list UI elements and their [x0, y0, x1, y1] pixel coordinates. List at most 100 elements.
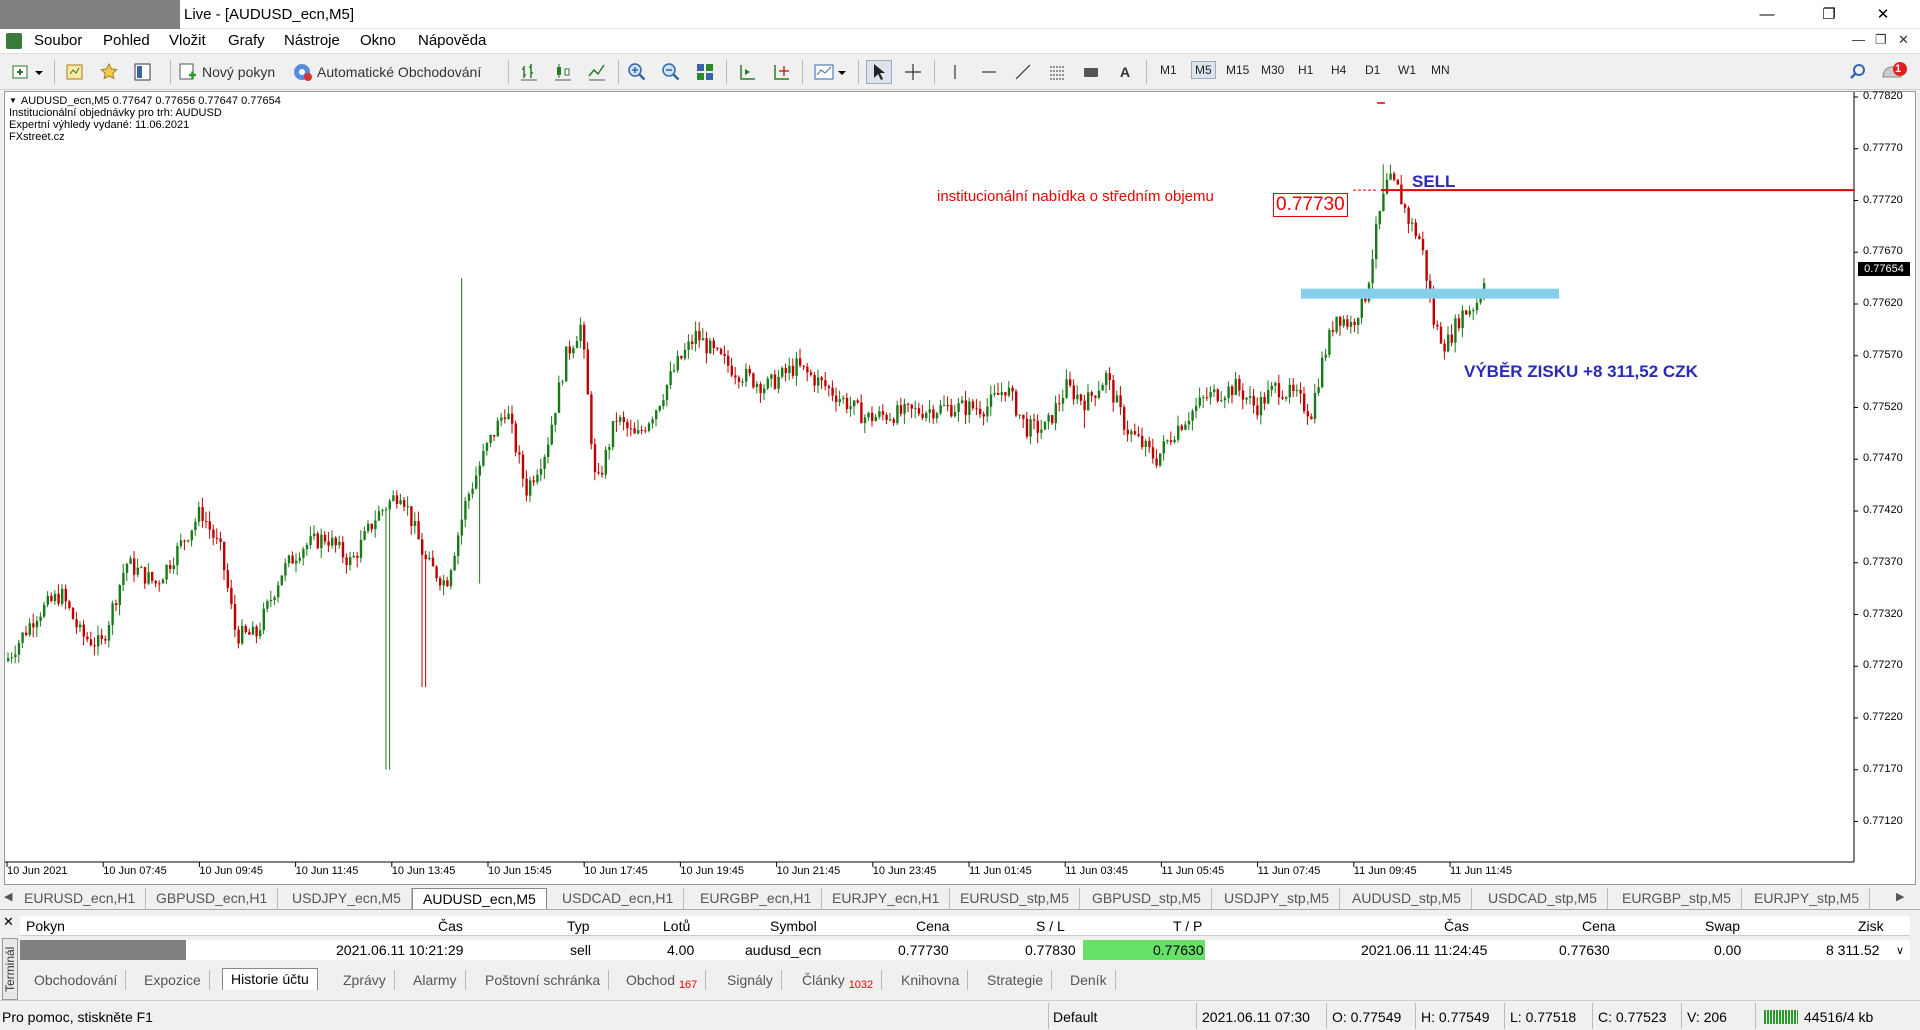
- col-swap[interactable]: Swap: [1705, 918, 1740, 934]
- menu-vlozit[interactable]: Vložit: [169, 32, 206, 49]
- child-close-button[interactable]: ✕: [1898, 32, 1909, 48]
- line-chart-icon[interactable]: [584, 60, 610, 84]
- col-sl[interactable]: S / L: [1036, 918, 1065, 934]
- col-pokyn[interactable]: Pokyn: [26, 918, 65, 934]
- text-tool-icon[interactable]: A: [1112, 60, 1138, 84]
- col-tp[interactable]: T / P: [1173, 918, 1202, 934]
- menu-nastroje[interactable]: Nástroje: [284, 32, 340, 49]
- tab-obchodovani[interactable]: Obchodování: [26, 970, 127, 990]
- trend-line-icon[interactable]: [1010, 60, 1036, 84]
- tab-obchod[interactable]: Obchod 167: [618, 970, 707, 991]
- col-symbol[interactable]: Symbol: [770, 918, 817, 934]
- tab-clanky[interactable]: Články 1032: [794, 970, 883, 991]
- timeframe-m15[interactable]: M15: [1226, 63, 1249, 77]
- tab-scroll-left-icon[interactable]: ◀: [4, 890, 12, 903]
- zoom-in-icon[interactable]: [624, 60, 650, 84]
- connection-bars-icon[interactable]: [1764, 1010, 1798, 1024]
- symbol-tab-eurgbp-stp-m5[interactable]: EURGBP_stp,M5: [1612, 888, 1742, 909]
- tab-zpravy[interactable]: Zprávy: [335, 970, 395, 990]
- symbol-tab-usdcad-stp-m5[interactable]: USDCAD_stp,M5: [1478, 888, 1608, 909]
- auto-scroll-icon[interactable]: [734, 60, 760, 84]
- scroll-down-icon[interactable]: ∨: [1896, 944, 1904, 957]
- child-minimize-button[interactable]: —: [1852, 32, 1865, 47]
- search-icon[interactable]: [1846, 60, 1870, 84]
- x-tick-label: 11 Jun 03:45: [1065, 865, 1128, 877]
- indicators-icon[interactable]: [810, 60, 850, 84]
- label-icon[interactable]: [1078, 60, 1104, 84]
- timeframe-m30[interactable]: M30: [1261, 63, 1284, 77]
- zoom-out-icon[interactable]: [658, 60, 684, 84]
- tab-signaly[interactable]: Signály: [719, 970, 782, 990]
- tab-historie-uctu[interactable]: Historie účtu: [222, 968, 318, 990]
- bar-chart-icon[interactable]: [516, 60, 542, 84]
- tab-denik[interactable]: Deník: [1062, 970, 1116, 990]
- profiles-icon[interactable]: [62, 60, 88, 84]
- price-chart[interactable]: [5, 92, 1917, 886]
- timeframe-w1[interactable]: W1: [1398, 63, 1416, 77]
- redacted-account: [0, 0, 180, 29]
- candle: [1393, 171, 1396, 182]
- channel-icon[interactable]: [1044, 60, 1070, 84]
- timeframe-m1[interactable]: M1: [1160, 63, 1177, 77]
- col-zisk[interactable]: Zisk: [1858, 918, 1884, 934]
- chart-shift-icon[interactable]: [768, 60, 794, 84]
- symbol-tab-eurjpy-stp-m5[interactable]: EURJPY_stp,M5: [1744, 888, 1871, 909]
- terminal-close-icon[interactable]: ✕: [3, 914, 14, 930]
- timeframe-h1[interactable]: H1: [1298, 63, 1313, 77]
- navigator-icon[interactable]: [130, 60, 156, 84]
- timeframe-m5[interactable]: M5: [1191, 61, 1216, 79]
- app-icon[interactable]: [6, 33, 22, 49]
- chart-window[interactable]: ▼ AUDUSD_ecn,M5 0.77647 0.77656 0.77647 0…: [4, 90, 1917, 886]
- notifications-icon[interactable]: 1: [1878, 60, 1910, 84]
- cursor-icon[interactable]: [866, 60, 892, 84]
- new-order-button[interactable]: Nový pokyn: [178, 60, 284, 84]
- symbol-tab-usdjpy-ecn-m5[interactable]: USDJPY_ecn,M5: [282, 888, 412, 909]
- auto-trading-button[interactable]: Automatické Obchodování: [292, 60, 500, 84]
- child-restore-button[interactable]: ❐: [1875, 32, 1887, 48]
- candlestick-icon[interactable]: [550, 60, 576, 84]
- horizontal-line-icon[interactable]: [976, 60, 1002, 84]
- col-typ[interactable]: Typ: [567, 918, 590, 934]
- symbol-tab-eurusd-ecn-h1[interactable]: EURUSD_ecn,H1: [14, 888, 147, 909]
- new-chart-icon[interactable]: [8, 60, 48, 84]
- tile-windows-icon[interactable]: [692, 60, 718, 84]
- symbol-tab-eurjpy-ecn-h1[interactable]: EURJPY_ecn,H1: [822, 888, 951, 909]
- symbol-tab-eurgbp-ecn-h1[interactable]: EURGBP_ecn,H1: [690, 888, 823, 909]
- crosshair-icon[interactable]: [900, 60, 926, 84]
- col-lotu[interactable]: Lotů: [663, 918, 690, 934]
- tab-knihovna[interactable]: Knihovna: [893, 970, 969, 990]
- symbol-tab-audusd-ecn-m5[interactable]: AUDUSD_ecn,M5: [412, 888, 547, 909]
- close-button[interactable]: ✕: [1860, 0, 1906, 29]
- favorites-icon[interactable]: [96, 60, 122, 84]
- vertical-line-icon[interactable]: [942, 60, 968, 84]
- symbol-tab-audusd-stp-m5[interactable]: AUDUSD_stp,M5: [1342, 888, 1472, 909]
- tab-strategie[interactable]: Strategie: [979, 970, 1053, 990]
- timeframe-h4[interactable]: H4: [1331, 63, 1346, 77]
- symbol-tab-usdjpy-stp-m5[interactable]: USDJPY_stp,M5: [1214, 888, 1341, 909]
- symbol-tab-eurusd-stp-m5[interactable]: EURUSD_stp,M5: [950, 888, 1080, 909]
- table-row[interactable]: 2021.06.11 10:21:29 sell 4.00 audusd_ecn…: [20, 940, 1910, 960]
- take-profit-zone[interactable]: [1301, 288, 1559, 299]
- menu-napoveda[interactable]: Nápověda: [418, 32, 486, 49]
- tab-scroll-right-icon[interactable]: ▶: [1896, 890, 1904, 903]
- minimize-button[interactable]: —: [1744, 0, 1790, 29]
- menu-grafy[interactable]: Grafy: [228, 32, 265, 49]
- restore-button[interactable]: ❐: [1806, 0, 1852, 29]
- collapse-triangle-icon[interactable]: ▼: [9, 95, 17, 107]
- tab-expozice[interactable]: Expozice: [136, 970, 210, 990]
- col-cas-close[interactable]: Čas: [1444, 918, 1469, 934]
- candle: [140, 565, 143, 569]
- timeframe-mn[interactable]: MN: [1431, 63, 1450, 77]
- tab-postovni-schranka[interactable]: Poštovní schránka: [477, 970, 610, 990]
- col-cena-close[interactable]: Cena: [1582, 918, 1615, 934]
- menu-soubor[interactable]: Soubor: [34, 32, 82, 49]
- symbol-tab-usdcad-ecn-h1[interactable]: USDCAD_ecn,H1: [552, 888, 685, 909]
- tab-alarmy[interactable]: Alarmy: [405, 970, 466, 990]
- menu-pohled[interactable]: Pohled: [103, 32, 150, 49]
- timeframe-d1[interactable]: D1: [1365, 63, 1380, 77]
- menu-okno[interactable]: Okno: [360, 32, 396, 49]
- col-cas-open[interactable]: Čas: [438, 918, 463, 934]
- symbol-tab-gbpusd-ecn-h1[interactable]: GBPUSD_ecn,H1: [146, 888, 279, 909]
- symbol-tab-gbpusd-stp-m5[interactable]: GBPUSD_stp,M5: [1082, 888, 1212, 909]
- col-cena-open[interactable]: Cena: [916, 918, 949, 934]
